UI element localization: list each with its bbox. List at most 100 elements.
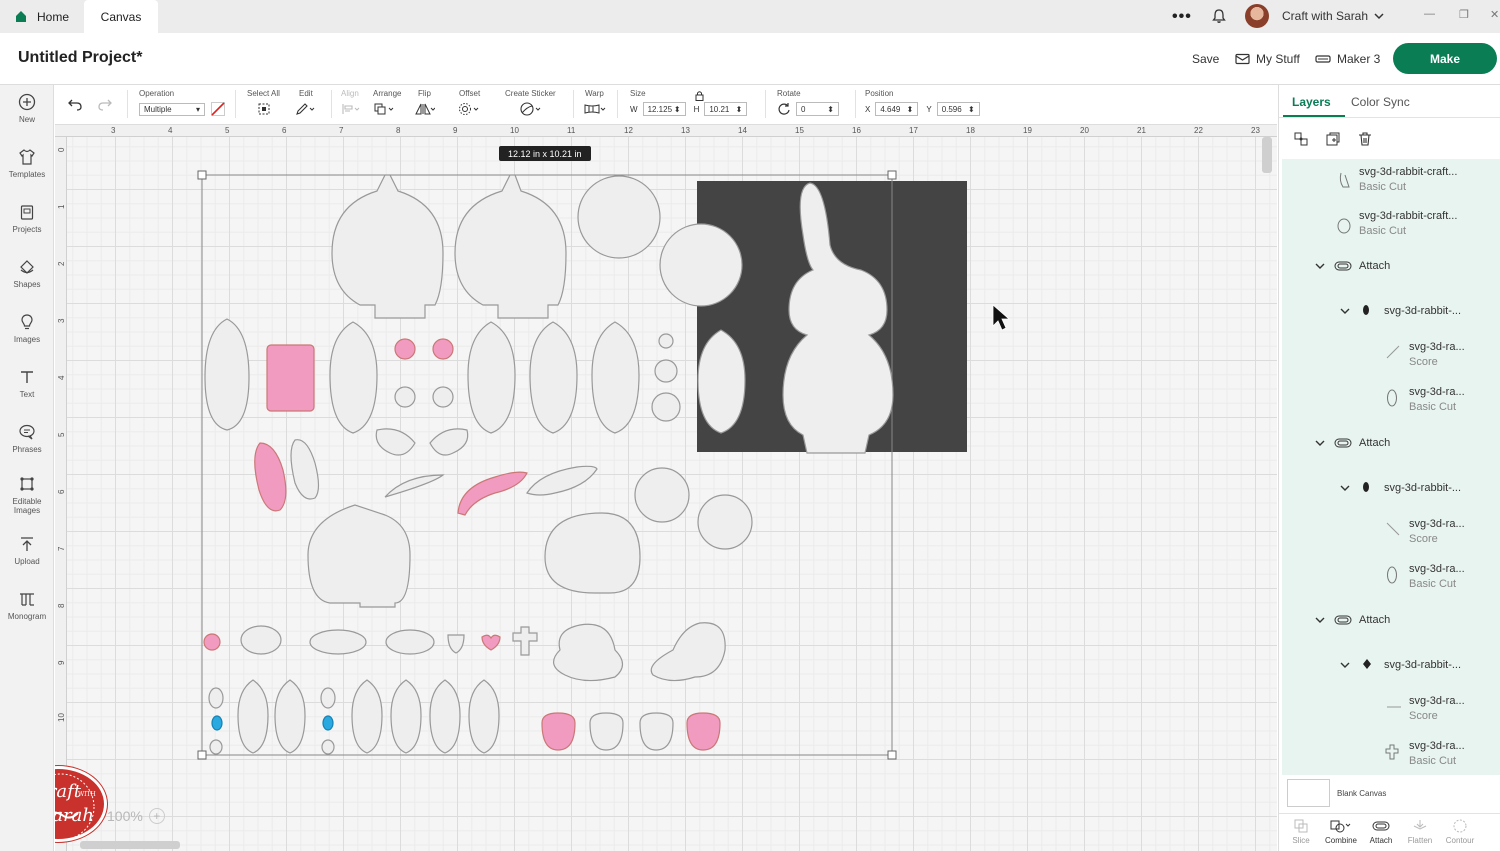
chevron-down-icon[interactable] [1315, 616, 1325, 624]
arrange-icon[interactable] [373, 102, 395, 116]
stepper-icon[interactable]: ⬍ [736, 105, 743, 114]
rotate-icon[interactable] [777, 102, 791, 116]
my-stuff-button[interactable]: My Stuff [1235, 52, 1300, 66]
chevron-down-icon[interactable] [1315, 262, 1325, 270]
slice-button[interactable]: Slice [1281, 818, 1321, 845]
rabbit-body-piece [454, 174, 567, 319]
operation-label: Operation [139, 89, 175, 98]
craft-with-sarah-logo: CraftWITHSarah [55, 766, 107, 842]
blank-canvas-swatch[interactable] [1287, 779, 1330, 807]
stepper-icon[interactable]: ⬍ [907, 105, 914, 114]
sidebar-item-upload[interactable]: Upload [0, 535, 54, 566]
score-line-icon [1387, 706, 1401, 708]
chevron-down-icon[interactable] [1340, 307, 1350, 315]
layer-item[interactable]: svg-3d-ra... Score [1409, 341, 1465, 368]
make-button[interactable]: Make [1393, 43, 1497, 74]
tab-canvas[interactable]: Canvas [84, 0, 158, 33]
stepper-icon[interactable]: ⬍ [968, 105, 975, 114]
lock-icon[interactable] [695, 90, 704, 101]
duplicate-icon[interactable] [1325, 131, 1341, 147]
close-icon[interactable]: ✕ [1490, 8, 1499, 21]
warp-icon[interactable] [583, 102, 607, 116]
width-input[interactable]: 12.125 ⬍ [642, 102, 686, 116]
more-menu-icon[interactable]: ••• [1172, 8, 1192, 26]
flatten-button[interactable]: Flatten [1400, 818, 1440, 845]
rotate-input[interactable]: 0 ⬍ [796, 102, 839, 116]
flip-icon[interactable] [413, 102, 435, 116]
operation-select[interactable]: Multiple ▾ [139, 102, 205, 116]
save-button[interactable]: Save [1192, 52, 1219, 66]
edit-pencil-icon[interactable] [295, 102, 315, 116]
vertical-scrollbar[interactable] [1262, 137, 1272, 173]
sidebar-item-shapes[interactable]: Shapes [0, 258, 54, 289]
group-icon[interactable] [1293, 131, 1309, 147]
layer-item[interactable]: svg-3d-ra... Score [1409, 695, 1465, 722]
stepper-icon[interactable]: ⬍ [674, 105, 681, 114]
stepper-icon[interactable]: ⬍ [827, 105, 834, 114]
design-canvas[interactable]: 3 4 5 6 7 8 9 10 11 12 13 14 15 16 17 18 19 20 21 22 23 0123… [55, 125, 1277, 851]
layer-item[interactable]: svg-3d-ra... Basic Cut [1409, 740, 1465, 767]
align-icon[interactable] [341, 102, 361, 116]
layer-item[interactable]: svg-3d-rabbit-craft... Basic Cut [1359, 210, 1457, 237]
layer-item[interactable]: svg-3d-ra... Score [1409, 518, 1465, 545]
attach-button[interactable]: Attach [1361, 818, 1401, 845]
project-title[interactable]: Untitled Project* [18, 49, 142, 67]
sidebar-item-phrases[interactable]: Phrases [0, 423, 54, 454]
no-color-swatch-icon[interactable] [211, 102, 225, 116]
layer-attach-group[interactable]: Attach [1359, 437, 1390, 449]
sidebar-item-images[interactable]: Images [0, 313, 54, 344]
attach-icon [1372, 821, 1390, 831]
bell-icon[interactable] [1211, 8, 1227, 24]
combine-button[interactable]: Combine [1321, 818, 1361, 845]
tab-home[interactable]: Home [8, 0, 83, 33]
selection-handle [887, 750, 897, 760]
redo-icon[interactable] [97, 97, 113, 111]
sidebar-item-new[interactable]: New [0, 93, 54, 124]
chevron-down-icon[interactable] [1315, 439, 1325, 447]
offset-icon[interactable] [458, 102, 480, 116]
x-position-input[interactable]: 4.649 ⬍ [875, 102, 919, 116]
sidebar-item-projects[interactable]: Projects [0, 203, 54, 234]
sidebar-item-templates[interactable]: Templates [0, 148, 54, 179]
sidebar-item-monogram[interactable]: Monogram [0, 590, 54, 621]
layer-item[interactable]: svg-3d-rabbit-... [1384, 305, 1461, 317]
account-name[interactable]: Craft with Sarah [1282, 9, 1368, 23]
tab-color-sync[interactable]: Color Sync [1351, 95, 1410, 109]
selection-handle [887, 170, 897, 180]
layer-item[interactable]: svg-3d-rabbit-... [1384, 482, 1461, 494]
zoom-in-icon[interactable]: + [148, 808, 165, 824]
layer-operation: Basic Cut [1359, 181, 1407, 193]
undo-icon[interactable] [67, 97, 83, 111]
minimize-icon[interactable]: — [1424, 8, 1435, 20]
sticker-icon[interactable] [519, 102, 543, 116]
avatar[interactable] [1245, 4, 1269, 28]
sidebar-item-text[interactable]: Text [0, 368, 54, 399]
sidebar-item-editable-images[interactable]: Editable Images [0, 475, 54, 515]
select-all-label: Select All [247, 89, 280, 98]
chevron-down-icon[interactable] [1340, 661, 1350, 669]
x-value: 4.649 [880, 104, 901, 114]
ear-piece [290, 439, 320, 500]
trash-icon[interactable] [1357, 131, 1373, 147]
chevron-down-icon[interactable] [1340, 484, 1350, 492]
layer-item[interactable]: svg-3d-rabbit-... [1384, 659, 1461, 671]
contour-button[interactable]: Contour [1440, 818, 1480, 845]
tab-layers[interactable]: Layers [1292, 95, 1331, 109]
height-input[interactable]: 10.21 ⬍ [704, 102, 748, 116]
blue-eye-piece [322, 715, 334, 731]
home-icon [16, 11, 26, 22]
fur-piece [429, 679, 461, 754]
layer-item[interactable]: svg-3d-ra... Basic Cut [1409, 386, 1465, 413]
layer-attach-group[interactable]: Attach [1359, 260, 1390, 272]
layer-attach-group[interactable]: Attach [1359, 614, 1390, 626]
machine-button[interactable]: Maker 3 [1315, 52, 1380, 66]
layer-operation: Score [1409, 356, 1438, 368]
design-artwork[interactable] [55, 125, 1277, 851]
chevron-down-icon[interactable] [1373, 10, 1385, 22]
layer-item[interactable]: svg-3d-ra... Basic Cut [1409, 563, 1465, 590]
select-all-icon[interactable] [257, 102, 271, 116]
zoom-level[interactable]: 100% [107, 808, 143, 824]
y-position-input[interactable]: 0.596 ⬍ [936, 102, 980, 116]
restore-icon[interactable]: ❐ [1459, 8, 1469, 21]
layer-item[interactable]: svg-3d-rabbit-craft... Basic Cut [1359, 166, 1457, 193]
